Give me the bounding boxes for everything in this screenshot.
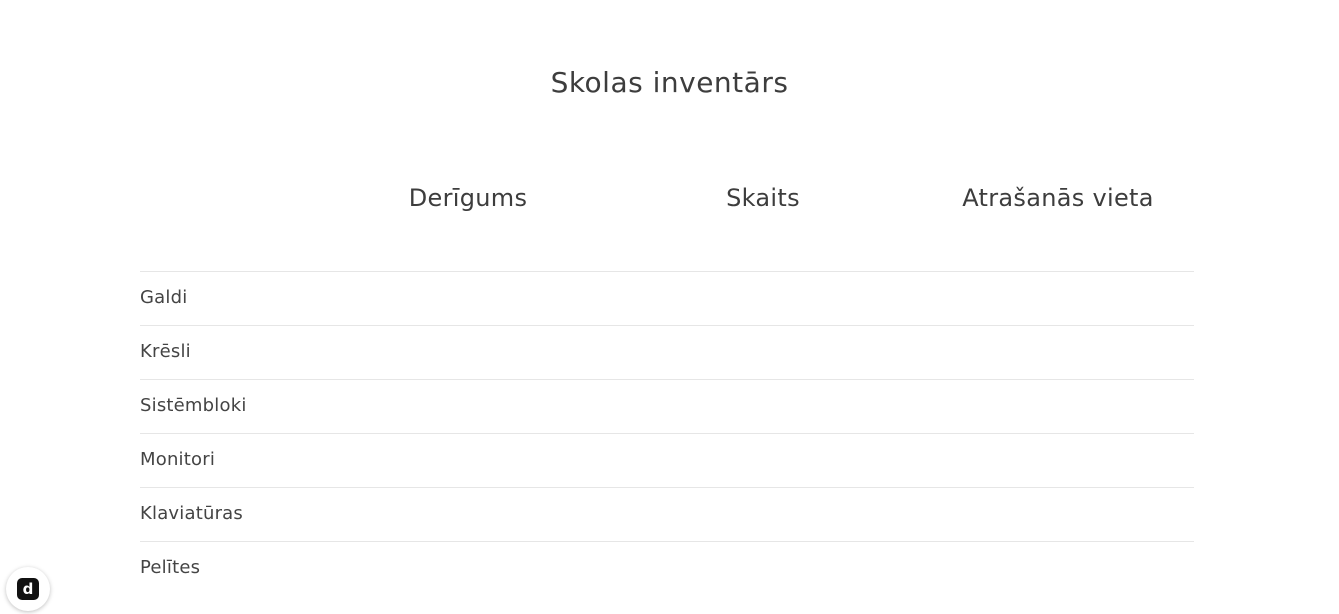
row-label-kresli: Krēsli	[140, 341, 191, 362]
page-title: Skolas inventārs	[550, 66, 789, 99]
table-row: Pelītes	[140, 541, 1194, 595]
table-row: Klaviatūras	[140, 487, 1194, 541]
row-label-klaviaturas: Klaviatūras	[140, 503, 243, 524]
table-row: Sistēmbloki	[140, 379, 1194, 433]
row-label-pelites: Pelītes	[140, 557, 201, 578]
d-logo-icon: d	[17, 578, 39, 600]
table-row: Monitori	[140, 433, 1194, 487]
row-label-sistembloki: Sistēmbloki	[140, 395, 247, 416]
column-header-skaits: Skaits	[726, 184, 800, 212]
row-label-monitori: Monitori	[140, 449, 216, 470]
row-label-galdi: Galdi	[140, 287, 188, 308]
column-header-atrasanas-vieta: Atrašanās vieta	[962, 184, 1154, 212]
d-logo-badge-button[interactable]: d	[6, 567, 50, 611]
page: Skolas inventārs Derīgums Skaits Atrašan…	[0, 0, 1339, 614]
table-row: Galdi	[140, 271, 1194, 325]
inventory-table: Galdi Krēsli Sistēmbloki Monitori Klavia…	[140, 271, 1194, 595]
column-header-deriums: Derīgums	[408, 184, 528, 212]
table-row: Krēsli	[140, 325, 1194, 379]
